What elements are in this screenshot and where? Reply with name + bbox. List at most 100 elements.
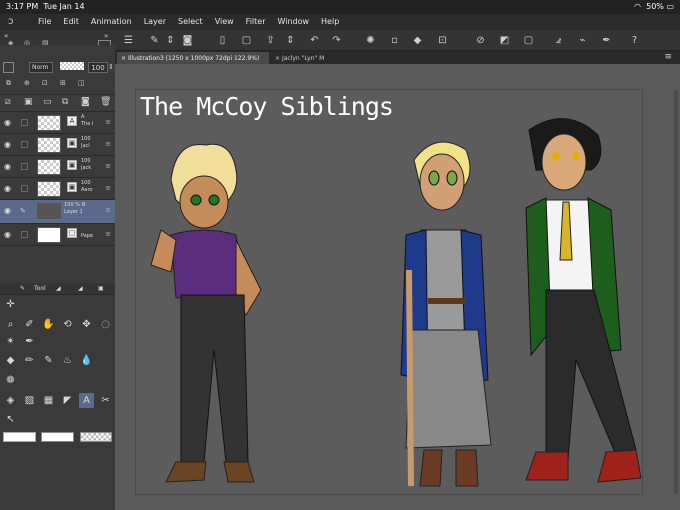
selection-box-icon[interactable]: ▢: [521, 33, 536, 48]
correct-line-tool-icon[interactable]: ↖: [3, 412, 18, 427]
layer-row[interactable]: ◉ A A The I ≡: [0, 112, 115, 134]
save-icon[interactable]: ⇪: [263, 33, 278, 48]
fill-layer-icon[interactable]: ◆: [410, 33, 425, 48]
new-raster-layer-icon[interactable]: ⧄: [5, 97, 11, 107]
eye-icon[interactable]: ◉: [4, 230, 11, 239]
ruler-icon[interactable]: ⦨: [551, 33, 566, 48]
eye-icon[interactable]: ◉: [4, 118, 11, 127]
fill-tool-icon[interactable]: ◈: [3, 393, 18, 408]
invert-selection-icon[interactable]: ◩: [497, 33, 512, 48]
layer-row[interactable]: ◉ ▣ 100 Jacl ≡: [0, 134, 115, 156]
airbrush-tool-icon[interactable]: ♨: [60, 353, 75, 368]
palette-tab-icon[interactable]: ▣: [98, 283, 104, 295]
lock-alpha-icon[interactable]: ⊞: [60, 79, 66, 87]
move-layer-tool-icon[interactable]: ✥: [79, 317, 94, 332]
new-folder-icon[interactable]: ▭: [43, 97, 52, 107]
layer-menu-icon[interactable]: ≡: [105, 140, 111, 148]
close-icon[interactable]: ×: [121, 55, 128, 62]
pen-tool-icon[interactable]: ✒: [22, 334, 37, 349]
close-icon[interactable]: ×: [275, 55, 282, 62]
transform-icon[interactable]: ⊡: [435, 33, 450, 48]
layer-row[interactable]: ◉ ▣ 100 Aaro ≡: [0, 178, 115, 200]
magic-wand-tool-icon[interactable]: ✴: [3, 334, 18, 349]
clear-icon[interactable]: ▫: [387, 33, 402, 48]
frame-tool-icon[interactable]: ◤: [60, 393, 75, 408]
undo-icon[interactable]: ↶: [307, 33, 322, 48]
zoom-tool-icon[interactable]: ⌕: [3, 317, 18, 332]
blend-tool-icon[interactable]: 💧: [79, 353, 94, 368]
layer-checkbox[interactable]: [21, 185, 28, 192]
layer-menu-icon[interactable]: ≡: [105, 184, 111, 192]
menu-icon[interactable]: ☰: [121, 33, 136, 48]
tool-tab-label[interactable]: Tool: [34, 283, 46, 295]
eye-icon[interactable]: ◉: [4, 184, 11, 193]
app-logo-icon[interactable]: ↄ: [8, 16, 20, 28]
quick-access-icon[interactable]: ✒: [599, 33, 614, 48]
tab-jaclyn[interactable]: × Jaclyn "Lyn" M: [271, 52, 339, 64]
new-file-icon[interactable]: ▯: [215, 33, 230, 48]
new-vector-layer-icon[interactable]: ▣: [24, 97, 33, 107]
drawing-canvas[interactable]: The McCoy Siblings: [135, 89, 643, 495]
text-tool-icon[interactable]: A: [79, 393, 94, 408]
menu-view[interactable]: View: [215, 14, 234, 30]
lock-icon[interactable]: ⊡: [42, 79, 48, 87]
layer-menu-icon[interactable]: ≡: [105, 206, 111, 214]
collapse-right-icon[interactable]: »: [104, 32, 108, 40]
tab-illustration3[interactable]: × Illustration3 (1250 x 1000px 72dpi 122…: [117, 52, 269, 64]
layer-row[interactable]: ◉ ▢ Pape ≡: [0, 224, 115, 246]
edit-icon[interactable]: ✎: [147, 33, 162, 48]
layer-color-icon[interactable]: [3, 62, 14, 73]
balloon-tool-icon[interactable]: ✂: [98, 393, 113, 408]
transparent-color-swatch[interactable]: [80, 432, 112, 442]
help-icon[interactable]: ?: [627, 33, 642, 48]
main-color-swatch[interactable]: [3, 432, 36, 442]
layer-menu-icon[interactable]: ≡: [105, 118, 111, 126]
eye-icon[interactable]: ◉: [4, 162, 11, 171]
layer-row[interactable]: ◉ ▣ 100 Jack ≡: [0, 156, 115, 178]
decoration-tool-icon[interactable]: ❁: [3, 373, 18, 388]
eraser-tool-icon[interactable]: ◆: [3, 353, 18, 368]
camera-icon[interactable]: ◙: [180, 33, 195, 48]
layer-menu-icon[interactable]: ≡: [105, 230, 111, 238]
rotate-tool-icon[interactable]: ⟲: [60, 317, 75, 332]
menu-help[interactable]: Help: [321, 14, 339, 30]
brush-tool-icon[interactable]: ✎: [41, 353, 56, 368]
menu-file[interactable]: File: [38, 14, 51, 30]
figure-tool-icon[interactable]: ▦: [41, 393, 56, 408]
deselect-icon[interactable]: ⊘: [473, 33, 488, 48]
delete-layer-icon[interactable]: 🗑: [100, 97, 111, 107]
loading-icon[interactable]: ✺: [363, 33, 378, 48]
brush-tab-icon[interactable]: ◢: [78, 283, 83, 295]
opacity-value[interactable]: 100: [88, 62, 108, 73]
gradient-tool-icon[interactable]: ▨: [22, 393, 37, 408]
layer-checkbox[interactable]: [21, 163, 28, 170]
eye-icon[interactable]: ◉: [4, 140, 11, 149]
menu-animation[interactable]: Animation: [91, 14, 132, 30]
menu-window[interactable]: Window: [277, 14, 309, 30]
canvas-workspace[interactable]: The McCoy Siblings: [115, 64, 680, 510]
opacity-slider[interactable]: [60, 62, 84, 70]
vertical-scrollbar[interactable]: [674, 90, 678, 494]
menu-filter[interactable]: Filter: [246, 14, 266, 30]
hand-tool-icon[interactable]: ✋: [41, 317, 56, 332]
tab-menu-icon[interactable]: ≡: [664, 51, 672, 64]
opacity-stepper-icon[interactable]: ⇕: [108, 63, 114, 71]
mask-icon[interactable]: ◫: [78, 79, 85, 87]
export-stepper-icon[interactable]: ⇕: [283, 33, 298, 48]
sub-color-swatch[interactable]: [41, 432, 74, 442]
reference-icon[interactable]: ⊕: [24, 79, 30, 87]
lasso-tool-icon[interactable]: ◌: [98, 317, 113, 332]
move-tool-icon[interactable]: ✛: [3, 297, 18, 312]
eye-icon[interactable]: ◉: [4, 206, 11, 215]
redo-icon[interactable]: ↷: [329, 33, 344, 48]
open-file-icon[interactable]: ▢: [239, 33, 254, 48]
stepper-icon[interactable]: ⇕: [163, 33, 178, 48]
layer-checkbox[interactable]: [21, 119, 28, 126]
pencil-tool-icon[interactable]: ✏: [22, 353, 37, 368]
subtool-tab-icon[interactable]: ◢: [56, 283, 61, 295]
clip-icon[interactable]: ⧉: [6, 79, 11, 88]
layer-checkbox[interactable]: [21, 231, 28, 238]
tool-tab-icon[interactable]: ✎: [20, 283, 25, 295]
layer-checkbox[interactable]: [21, 141, 28, 148]
blend-mode-select[interactable]: Norm: [29, 62, 53, 73]
